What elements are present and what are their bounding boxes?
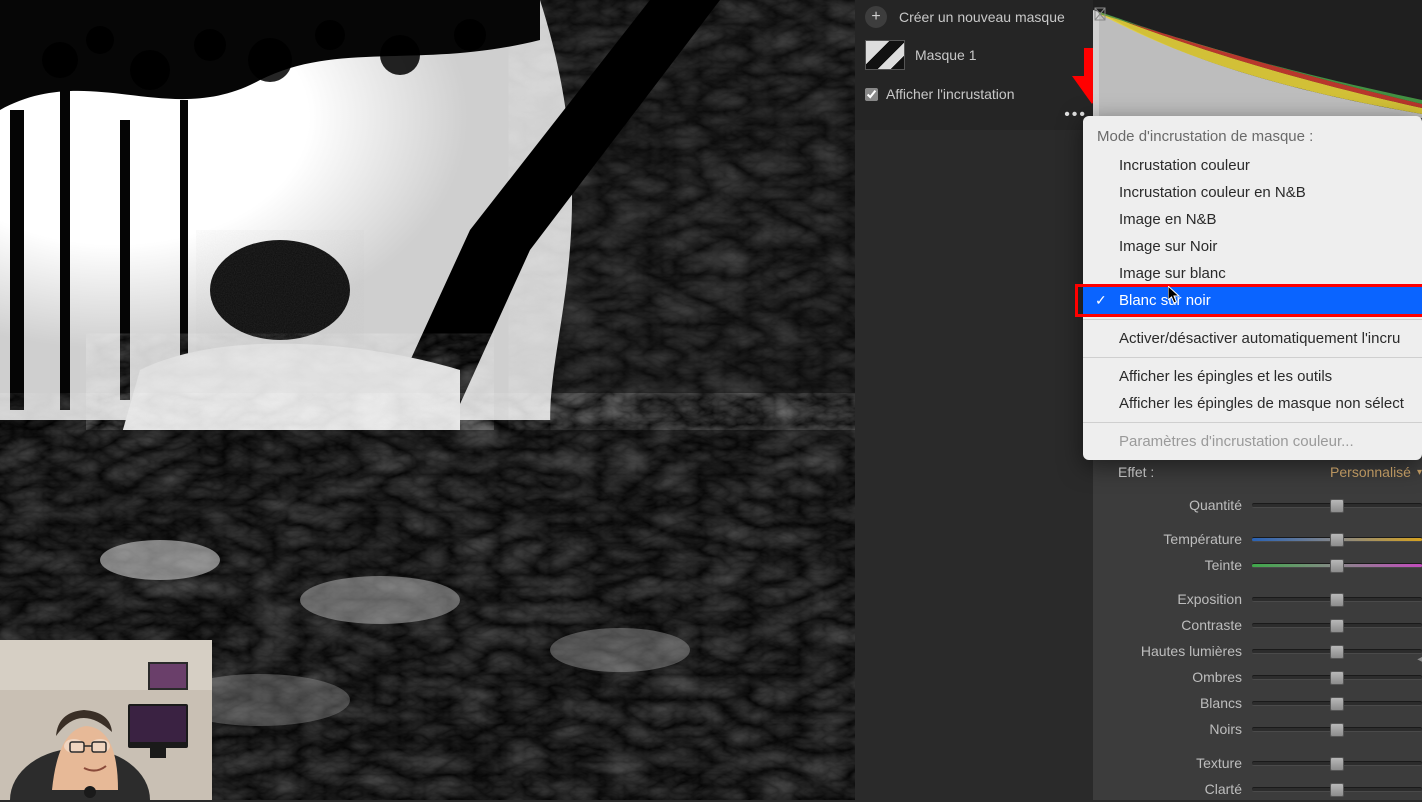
slider-row: Ombres (1118, 664, 1422, 690)
slider-row: Teinte (1118, 552, 1422, 578)
effect-value[interactable]: Personnalisé (1330, 464, 1411, 480)
panel-collapse-icon[interactable]: ◀ (1417, 650, 1422, 667)
slider-knob[interactable] (1330, 697, 1344, 711)
slider-knob[interactable] (1330, 645, 1344, 659)
slider-row: Clarté (1118, 776, 1422, 802)
slider-label: Quantité (1118, 497, 1242, 513)
slider-track[interactable] (1252, 563, 1422, 568)
slider-label: Ombres (1118, 669, 1242, 685)
slider-row: Noirs (1118, 716, 1422, 742)
slider-knob[interactable] (1330, 499, 1344, 513)
slider-label: Clarté (1118, 781, 1242, 797)
menu-item[interactable]: Incrustation couleur (1083, 152, 1422, 179)
menu-item[interactable]: Image sur blanc (1083, 260, 1422, 287)
effect-label: Effet : (1118, 464, 1154, 480)
slider-label: Contraste (1118, 617, 1242, 633)
slider-knob[interactable] (1330, 783, 1344, 797)
slider-knob[interactable] (1330, 723, 1344, 737)
slider-label: Exposition (1118, 591, 1242, 607)
webcam-overlay (0, 640, 212, 800)
show-overlay-checkbox[interactable] (865, 88, 878, 101)
slider-track[interactable] (1252, 623, 1422, 628)
slider-track[interactable] (1252, 701, 1422, 706)
mask-thumbnail (865, 40, 905, 70)
show-overlay-label: Afficher l'incrustation (886, 86, 1014, 102)
slider-label: Teinte (1118, 557, 1242, 573)
adjustment-sliders-panel: Effet : Personnalisé ▾ Quantité Températu… (1118, 462, 1422, 802)
slider-track[interactable] (1252, 727, 1422, 732)
slider-row: Exposition (1118, 586, 1422, 612)
menu-item[interactable]: Afficher les épingles et les outils (1083, 363, 1422, 390)
slider-row: Hautes lumières (1118, 638, 1422, 664)
check-icon: ✓ (1095, 292, 1107, 309)
slider-track[interactable] (1252, 537, 1422, 542)
menu-item[interactable]: Paramètres d'incrustation couleur... (1083, 428, 1422, 455)
slider-track[interactable] (1252, 597, 1422, 602)
create-mask-label: Créer un nouveau masque (899, 9, 1065, 25)
slider-row: Contraste (1118, 612, 1422, 638)
slider-knob[interactable] (1330, 757, 1344, 771)
menu-item[interactable]: Incrustation couleur en N&B (1083, 179, 1422, 206)
menu-separator (1083, 422, 1422, 423)
slider-label: Température (1118, 531, 1242, 547)
slider-row: Texture (1118, 750, 1422, 776)
slider-track[interactable] (1252, 761, 1422, 766)
slider-track[interactable] (1252, 675, 1422, 680)
slider-knob[interactable] (1330, 671, 1344, 685)
overlay-mode-menu: Mode d'incrustation de masque : Incrusta… (1083, 116, 1422, 460)
mask-panel: + Créer un nouveau masque Masque 1 Affic… (855, 0, 1093, 130)
slider-track[interactable] (1252, 503, 1422, 508)
menu-item[interactable]: Image en N&B (1083, 206, 1422, 233)
create-mask-button[interactable]: + (865, 6, 887, 28)
slider-label: Noirs (1118, 721, 1242, 737)
slider-track[interactable] (1252, 787, 1422, 792)
slider-track[interactable] (1252, 649, 1422, 654)
menu-item[interactable]: Activer/désactiver automatiquement l'inc… (1083, 325, 1422, 352)
chevron-down-icon: ▾ (1417, 467, 1422, 478)
slider-row: Blancs (1118, 690, 1422, 716)
mask-item[interactable]: Masque 1 (855, 30, 1093, 80)
menu-separator (1083, 357, 1422, 358)
menu-separator (1083, 319, 1422, 320)
slider-label: Blancs (1118, 695, 1242, 711)
menu-item[interactable]: Image sur Noir (1083, 233, 1422, 260)
histogram (1093, 0, 1422, 118)
cursor-pointer-icon (1168, 286, 1182, 304)
slider-label: Hautes lumières (1118, 643, 1242, 659)
slider-knob[interactable] (1330, 619, 1344, 633)
slider-knob[interactable] (1330, 559, 1344, 573)
slider-knob[interactable] (1330, 593, 1344, 607)
slider-knob[interactable] (1330, 533, 1344, 547)
slider-label: Texture (1118, 755, 1242, 771)
slider-row: Quantité (1118, 492, 1422, 518)
menu-item[interactable]: Afficher les épingles de masque non séle… (1083, 390, 1422, 417)
slider-row: Température (1118, 526, 1422, 552)
menu-header: Mode d'incrustation de masque : (1083, 121, 1422, 152)
plus-icon: + (871, 8, 880, 26)
mask-item-label: Masque 1 (915, 47, 976, 63)
menu-item[interactable]: ✓Blanc sur noir (1083, 287, 1422, 314)
